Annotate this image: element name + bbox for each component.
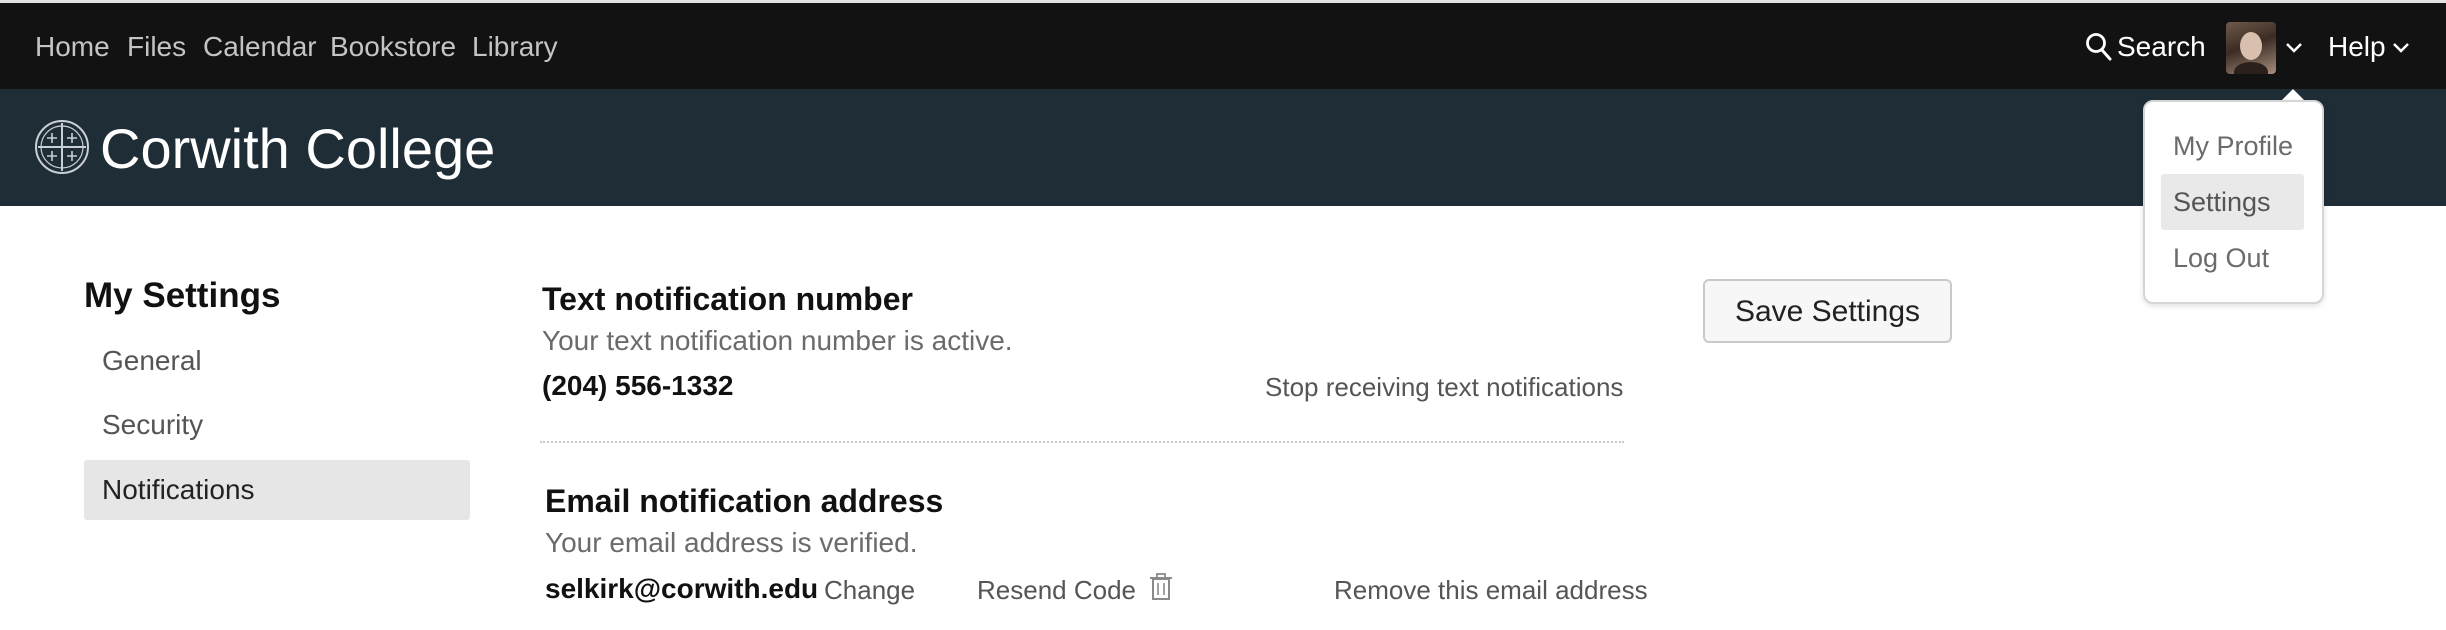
nav-link-bookstore[interactable]: Bookstore xyxy=(330,31,456,63)
resend-code-link[interactable]: Resend Code xyxy=(977,575,1136,606)
stop-text-notifications-link[interactable]: Stop receiving text notifications xyxy=(1265,372,1623,403)
college-seal-icon xyxy=(35,120,89,174)
nav-link-home[interactable]: Home xyxy=(35,31,110,63)
text-notification-heading: Text notification number xyxy=(542,281,913,317)
sidebar-item-notifications[interactable]: Notifications xyxy=(84,460,470,520)
avatar-chevron-down-icon[interactable] xyxy=(2285,42,2303,54)
top-nav-bar: Home Files Calendar Bookstore Library Se… xyxy=(0,0,2446,89)
sidebar-item-security[interactable]: Security xyxy=(84,395,470,455)
text-notification-number: (204) 556-1332 xyxy=(542,370,734,401)
menu-item-my-profile[interactable]: My Profile xyxy=(2161,118,2304,174)
nav-link-calendar[interactable]: Calendar xyxy=(203,31,317,63)
change-email-link[interactable]: Change xyxy=(824,575,915,606)
trash-icon[interactable] xyxy=(1148,573,1174,601)
sidebar-item-general[interactable]: General xyxy=(84,331,470,391)
help-label: Help xyxy=(2328,31,2386,62)
help-chevron-down-icon xyxy=(2393,43,2409,53)
sidebar-title: My Settings xyxy=(84,276,281,315)
college-name: Corwith College xyxy=(100,117,496,180)
help-menu-button[interactable]: Help xyxy=(2328,29,2428,65)
search-label: Search xyxy=(2117,31,2206,62)
text-notification-status: Your text notification number is active. xyxy=(542,325,1013,356)
section-divider xyxy=(540,441,1624,443)
search-icon xyxy=(2086,33,2112,61)
menu-item-settings[interactable]: Settings xyxy=(2161,174,2304,230)
user-dropdown-menu: My Profile Settings Log Out xyxy=(2143,100,2324,304)
menu-item-log-out[interactable]: Log Out xyxy=(2161,230,2304,286)
avatar[interactable] xyxy=(2226,22,2276,74)
save-settings-button[interactable]: Save Settings xyxy=(1703,279,1952,343)
email-notification-status: Your email address is verified. xyxy=(545,527,918,558)
nav-link-library[interactable]: Library xyxy=(472,31,558,63)
email-notification-heading: Email notification address xyxy=(545,483,944,519)
remove-email-link[interactable]: Remove this email address xyxy=(1334,575,1648,606)
nav-link-files[interactable]: Files xyxy=(127,31,186,63)
email-address-value: selkirk@corwith.edu xyxy=(545,573,819,604)
college-banner: Corwith College xyxy=(0,89,2446,206)
